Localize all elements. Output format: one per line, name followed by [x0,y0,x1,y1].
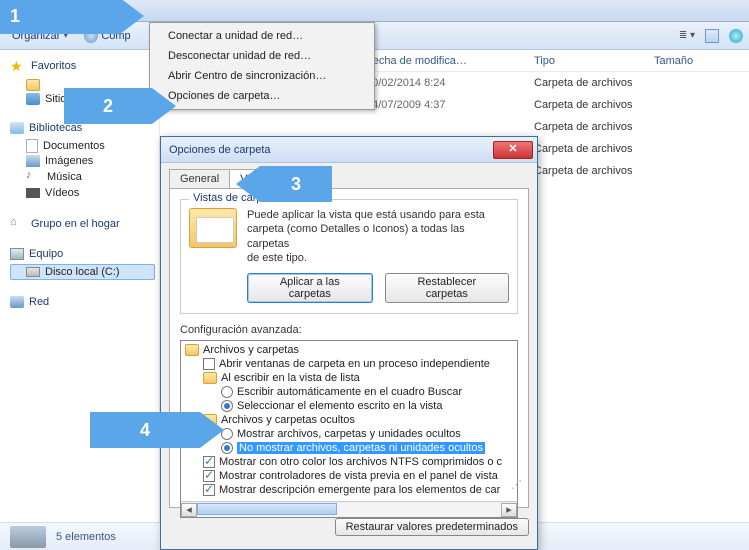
nav-documents[interactable]: Documentos [10,138,155,154]
scroll-left-icon[interactable]: ◂ [181,503,197,517]
dd-connect[interactable]: Conectar a unidad de red… [152,26,372,46]
scroll-right-icon[interactable]: ▸ [501,503,517,517]
advanced-label: Configuración avanzada: [180,324,518,336]
status-text: 5 elementos [56,531,116,543]
nav-local-disk[interactable]: Disco local (C:) [10,264,155,280]
tools-dropdown: Conectar a unidad de red… Desconectar un… [149,22,375,110]
tab-general[interactable]: General [169,169,230,188]
callout-4: 4 [90,412,200,448]
preview-pane-icon[interactable] [705,29,719,43]
checkbox[interactable] [203,470,215,482]
tree-hscroll[interactable]: ◂ ▸ [181,501,517,517]
network-icon [10,296,24,308]
nav-music[interactable]: ♪ Música [10,168,155,186]
callout-2: 2 [64,88,152,124]
tree-item[interactable]: Archivos y carpetas ocultos [185,413,513,427]
recent-icon [26,93,40,105]
nav-videos[interactable]: Vídeos [10,186,155,200]
tree-item[interactable]: Mostrar controladores de vista previa en… [185,469,513,483]
tree-item[interactable]: Mostrar archivos, carpetas y unidades oc… [185,427,513,441]
callout-3: 3 [260,166,332,202]
nav-homegroup[interactable]: ⌂ Grupo en el hogar [10,216,155,232]
help-icon[interactable] [729,29,743,43]
restore-defaults-button[interactable]: Restaurar valores predeterminados [335,518,529,536]
resize-grip-icon: ⋰ [511,478,524,491]
dd-disconnect[interactable]: Desconectar unidad de red… [152,46,372,66]
nav-network[interactable]: Red [10,296,155,308]
tree-item[interactable]: Al escribir en la vista de lista [185,371,513,385]
group-text: Puede aplicar la vista que está usando p… [247,208,509,303]
col-date[interactable]: Fecha de modifica… [358,55,526,67]
close-button[interactable]: ✕ [493,141,533,159]
view-options-button[interactable]: ≣ ▾ [679,30,695,41]
scroll-thumb[interactable] [197,503,337,515]
radio[interactable] [221,386,233,398]
folder-icon [185,344,199,356]
folder-options-dialog: Opciones de carpeta ✕ General Ver Vistas… [160,136,538,550]
callout-1: 1 [0,0,120,34]
dialog-title: Opciones de carpeta [169,144,271,156]
tab-body: Vistas de carpeta Puede aplicar la vista… [169,188,529,508]
tree-item[interactable]: Seleccionar el elemento escrito en la vi… [185,399,513,413]
radio[interactable] [221,400,233,412]
tree-item[interactable]: Escribir automáticamente en el cuadro Bu… [185,385,513,399]
checkbox[interactable] [203,456,215,468]
checkbox[interactable] [203,484,215,496]
dd-folder-options[interactable]: Opciones de carpeta… [152,86,372,106]
tree-item[interactable]: Abrir ventanas de carpeta en un proceso … [185,357,513,371]
dialog-titlebar[interactable]: Opciones de carpeta ✕ [161,137,537,163]
drive-icon [10,526,46,548]
list-item[interactable]: Carpeta de archivos [160,116,749,138]
tree-item-selected[interactable]: No mostrar archivos, carpetas ni unidade… [185,441,513,455]
dialog-tabs: General Ver [169,169,537,188]
apply-folders-button[interactable]: Aplicar a las carpetas [247,273,373,303]
music-icon: ♪ [26,169,42,185]
reset-folders-button[interactable]: Restablecer carpetas [385,273,509,303]
libraries-icon [10,122,24,134]
documents-icon [26,139,38,153]
homegroup-icon: ⌂ [10,216,26,232]
folder-icon [203,372,217,384]
dd-sync[interactable]: Abrir Centro de sincronización… [152,66,372,86]
nav-pictures[interactable]: Imágenes [10,154,155,168]
drive-icon [26,267,40,277]
computer-icon [10,248,24,260]
folder-icon [26,79,40,91]
pictures-icon [26,155,40,167]
folder-views-group: Vistas de carpeta Puede aplicar la vista… [180,199,518,314]
tree-item[interactable]: Mostrar con otro color los archivos NTFS… [185,455,513,469]
folder-views-icon [189,208,237,248]
tree-item[interactable]: Mostrar descripción emergente para los e… [185,483,513,497]
star-icon: ★ [10,58,26,74]
videos-icon [26,188,40,198]
nav-computer[interactable]: Equipo [10,248,155,260]
checkbox[interactable] [203,358,215,370]
advanced-tree[interactable]: Archivos y carpetas Abrir ventanas de ca… [180,340,518,518]
tree-root[interactable]: Archivos y carpetas [185,343,513,357]
nav-favorites[interactable]: ★ Favoritos [10,58,155,74]
col-size[interactable]: Tamaño [646,55,749,67]
col-type[interactable]: Tipo [526,55,646,67]
